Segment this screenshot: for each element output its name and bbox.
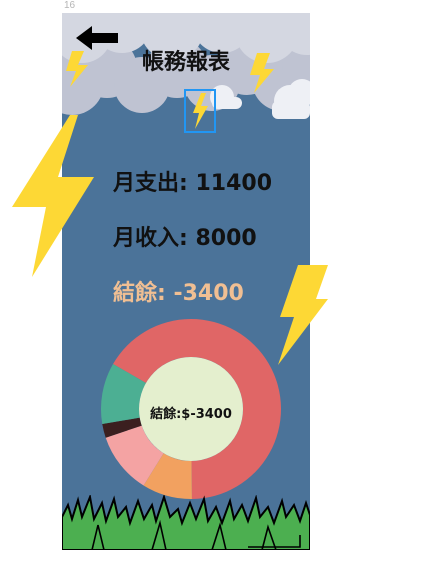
large-lightning-icon — [12, 115, 94, 277]
page-title: 帳務報表 — [141, 50, 230, 75]
lightning-button[interactable] — [184, 89, 216, 133]
lightning-icon-right — [278, 265, 328, 365]
donut-center-label: 結餘:$-3400 — [150, 406, 232, 422]
monthly-income: 月收入: 8000 — [113, 226, 257, 251]
lightning-icon — [193, 93, 208, 129]
monthly-expense: 月支出: 11400 — [113, 171, 272, 196]
artboard-label: 16 — [64, 0, 76, 11]
report-screen: 帳務報表 月支出: 11400 月收入: 8000 結餘: -3400 結餘:$… — [62, 13, 310, 550]
balance: 結餘: -3400 — [113, 281, 244, 306]
grass — [62, 495, 310, 550]
